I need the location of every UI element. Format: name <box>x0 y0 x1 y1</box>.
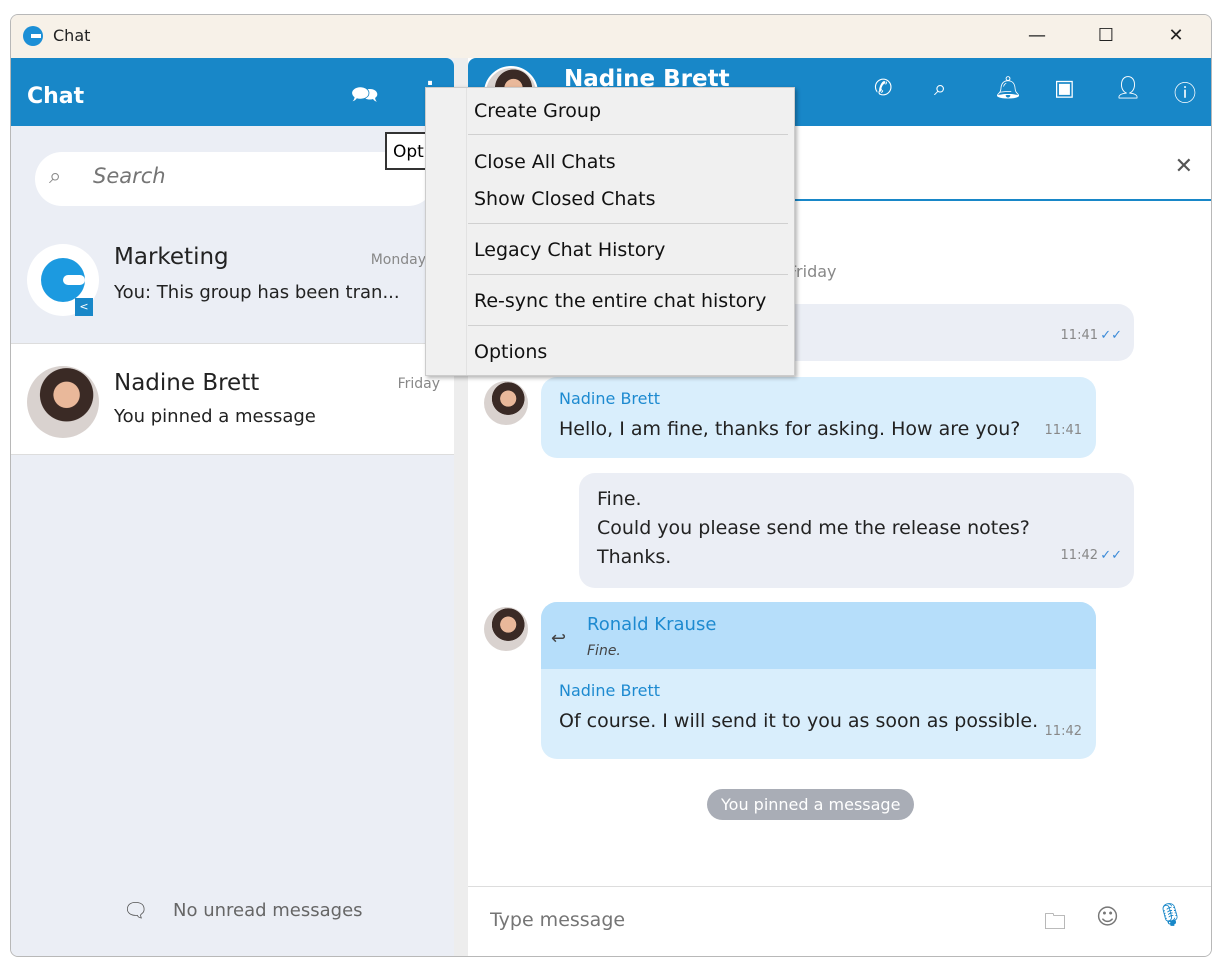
quote-sender: Ronald Krause <box>587 614 717 635</box>
message-icon: 🗨 <box>123 898 149 922</box>
video-conference-icon[interactable]: ▣ <box>1054 76 1075 101</box>
message-input[interactable] <box>490 909 990 931</box>
message-time: 11:42 <box>1060 548 1098 563</box>
conversation-item[interactable]: < Marketing You: This group has been tra… <box>11 230 454 342</box>
read-ticks-icon: ✓✓ <box>1100 548 1122 563</box>
microphone-icon[interactable]: 🎙︎ <box>1156 903 1184 928</box>
conversation-date: Monday <box>370 252 426 268</box>
minimize-button[interactable]: — <box>1017 23 1057 49</box>
message-sender: Nadine Brett <box>559 389 661 408</box>
message-outgoing: 11:41 ✓✓ <box>768 304 1134 361</box>
menu-divider <box>468 134 788 135</box>
message-incoming-reply: ↩ Ronald Krause Fine. Nadine Brett Of co… <box>541 602 1096 759</box>
bell-icon[interactable]: 🔔︎ <box>994 76 1022 101</box>
conversation-date: Friday <box>397 376 440 392</box>
title-bar: Chat — ☐ ✕ <box>11 15 1211 58</box>
phone-icon[interactable]: ✆ <box>874 76 892 101</box>
quoted-message[interactable]: ↩ Ronald Krause Fine. <box>541 602 1096 669</box>
message-line: Thanks. <box>597 546 672 568</box>
new-chat-icon[interactable]: 🗪 <box>351 78 378 116</box>
menu-item-create-group[interactable]: Create Group <box>474 100 601 122</box>
search-icon: ⌕ <box>49 164 62 189</box>
sender-avatar <box>484 607 528 651</box>
conversation-name: Nadine Brett <box>114 370 260 396</box>
panel-title: Chat <box>27 84 85 109</box>
menu-item-legacy-history[interactable]: Legacy Chat History <box>474 239 665 261</box>
conversation-preview: You pinned a message <box>114 406 316 427</box>
menu-item-options[interactable]: Options <box>474 341 547 363</box>
window-title: Chat <box>53 26 91 45</box>
message-time: 11:42 <box>1044 724 1082 739</box>
message-sender: Nadine Brett <box>559 681 661 700</box>
reply-arrow-icon: ↩ <box>551 628 567 649</box>
message-text: Hello, I am fine, thanks for asking. How… <box>559 418 1021 440</box>
menu-item-close-all-chats[interactable]: Close All Chats <box>474 151 616 173</box>
menu-divider <box>468 274 788 275</box>
message-composer: 🗀 ☺ 🎙︎ <box>468 886 1211 956</box>
menu-divider <box>468 223 788 224</box>
group-share-icon: < <box>75 298 93 316</box>
app-logo-icon <box>23 26 43 46</box>
menu-gutter <box>466 88 467 375</box>
search-input[interactable] <box>93 164 393 188</box>
message-time: 11:41 <box>1044 423 1082 438</box>
quote-text: Fine. <box>587 643 621 659</box>
message-line: Could you please send me the release not… <box>597 517 1030 539</box>
conversation-item-active[interactable]: Nadine Brett You pinned a message Friday <box>11 343 454 455</box>
info-icon[interactable]: ⓘ <box>1174 76 1196 108</box>
message-incoming: Nadine Brett Hello, I am fine, thanks fo… <box>541 377 1096 458</box>
emoji-icon[interactable]: ☺ <box>1096 905 1119 930</box>
add-user-icon[interactable]: 👤︎ <box>1114 76 1142 101</box>
pinned-notice: You pinned a message <box>707 789 915 820</box>
read-ticks-icon: ✓✓ <box>1100 328 1122 343</box>
contact-avatar <box>27 366 99 438</box>
conversation-preview: You: This group has been tran... <box>114 282 400 303</box>
no-unread-label: No unread messages <box>173 900 363 921</box>
message-time: 11:41 <box>1060 328 1098 343</box>
message-line: Fine. <box>597 488 642 510</box>
menu-item-show-closed-chats[interactable]: Show Closed Chats <box>474 188 655 210</box>
left-header: Chat 🗪 ⋮ <box>11 58 454 126</box>
search-icon[interactable]: ⌕ <box>934 76 946 101</box>
maximize-button[interactable]: ☐ <box>1086 23 1126 49</box>
message-text: Of course. I will send it to you as soon… <box>559 710 1039 732</box>
search-box[interactable]: ⌕ <box>35 152 435 206</box>
menu-divider <box>468 325 788 326</box>
conversation-panel: Chat 🗪 ⋮ ⌕ Options < Marketing You: This… <box>11 58 454 956</box>
options-menu: Create Group Close All Chats Show Closed… <box>425 87 795 376</box>
close-window-button[interactable]: ✕ <box>1156 23 1196 49</box>
date-separator: Friday <box>788 262 837 281</box>
menu-item-resync-history[interactable]: Re-sync the entire chat history <box>474 290 766 312</box>
sender-avatar <box>484 381 528 425</box>
conversation-name: Marketing <box>114 244 229 270</box>
folder-icon[interactable]: 🗀 <box>1044 905 1066 943</box>
message-outgoing: Fine. Could you please send me the relea… <box>579 473 1134 588</box>
close-icon[interactable]: ✕ <box>1175 154 1193 179</box>
